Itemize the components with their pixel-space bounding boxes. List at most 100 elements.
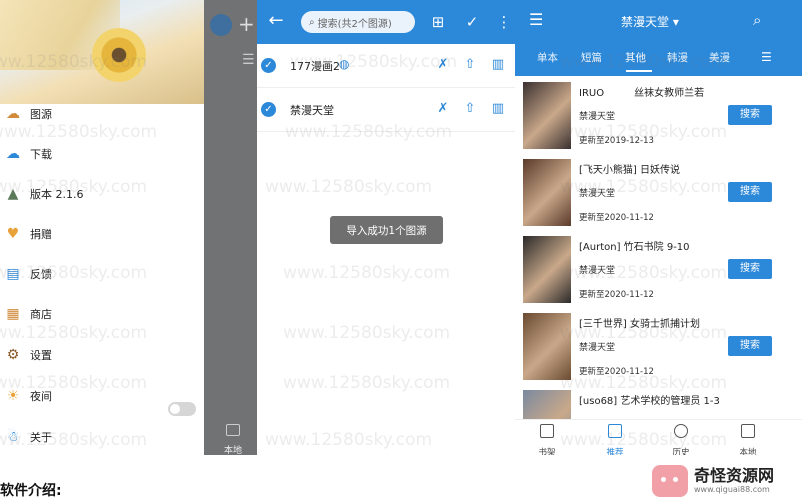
- drawer-item-1[interactable]: ☁ 下载: [4, 142, 52, 166]
- source-row[interactable]: ✓ 177漫画2 ◍ ✗ ⇧ ▥: [257, 44, 515, 88]
- comic-source: 禁漫天堂: [579, 112, 616, 122]
- bottom-nav-1[interactable]: 推荐: [595, 424, 635, 455]
- upload-icon[interactable]: ⇧: [461, 100, 479, 118]
- gear-icon: ⚙: [6, 347, 20, 363]
- page-caption: 软件介绍:: [0, 483, 62, 499]
- comic-card[interactable]: [飞天小熊猫] 日妖传说 禁漫天堂更新至2020-11-12 搜索: [515, 155, 802, 232]
- comic-card[interactable]: IRUO 丝袜女教师兰若 禁漫天堂更新至2019-12-13 搜索: [515, 78, 802, 155]
- search-icon: ⌕: [309, 16, 315, 28]
- bottom-nav-label: 推荐: [606, 448, 624, 455]
- settings-tools-icon[interactable]: ✗: [434, 100, 452, 118]
- source-title-dropdown[interactable]: 禁漫天堂 ▾: [621, 13, 679, 30]
- cloud-download-icon: ☁: [6, 146, 20, 162]
- menu-icon: ☰: [242, 52, 255, 68]
- comic-updated: 更新至2019-12-13: [579, 136, 654, 146]
- search-placeholder: 搜索(共2个图源): [317, 18, 392, 30]
- bottom-nav-label: 书架: [538, 448, 556, 455]
- heart-icon: ♥: [6, 226, 20, 242]
- hamburger-icon[interactable]: ☰: [529, 12, 547, 28]
- bookshelf-icon: [540, 424, 554, 438]
- comic-cover[interactable]: [523, 159, 571, 226]
- more-vert-icon[interactable]: ⋮: [493, 11, 515, 33]
- comic-title: [uso68] 艺术学校的管理员 1-3: [579, 396, 720, 407]
- local-icon: [226, 424, 240, 436]
- drawer-header-image: [0, 0, 204, 104]
- bottom-nav-label: 本地: [739, 448, 757, 455]
- settings-tools-icon[interactable]: ✗: [434, 56, 452, 74]
- source-name: 177漫画2: [290, 60, 340, 73]
- tab-1[interactable]: 短篇: [581, 50, 602, 65]
- upload-icon[interactable]: ⇧: [461, 56, 479, 74]
- grid-icon[interactable]: ⊞: [427, 11, 449, 33]
- site-logo: 奇怪资源网 www.qiguai88.com: [652, 460, 802, 501]
- bottom-nav: 书架 推荐 历史 本地: [515, 419, 802, 455]
- check-icon[interactable]: ✓: [261, 102, 276, 117]
- comic-source: 禁漫天堂: [579, 343, 616, 353]
- drawer-item-6[interactable]: ⚙ 设置: [4, 343, 52, 367]
- drawer-item-label: 捐赠: [30, 228, 52, 241]
- source-name: 禁漫天堂: [290, 104, 334, 117]
- comic-updated: 更新至2020-11-12: [579, 367, 654, 377]
- drawer-item-3[interactable]: ♥ 捐赠: [4, 222, 52, 246]
- comic-card[interactable]: [Aurton] 竹石书院 9-10 禁漫天堂更新至2020-11-12 搜索: [515, 232, 802, 309]
- night-mode-toggle[interactable]: [168, 402, 196, 416]
- search-button[interactable]: 搜索: [728, 105, 772, 125]
- trash-icon[interactable]: ▥: [489, 56, 507, 74]
- local-icon: [741, 424, 755, 438]
- tab-3[interactable]: 韩漫: [667, 50, 688, 65]
- drawer-item-label: 设置: [30, 349, 52, 362]
- drawer-item-0[interactable]: ☁ 图源: [4, 102, 52, 126]
- comic-title: [飞天小熊猫] 日妖传说: [579, 165, 680, 176]
- plus-icon: +: [238, 12, 255, 36]
- tab-menu-icon[interactable]: ☰: [761, 50, 772, 64]
- search-button[interactable]: 搜索: [728, 182, 772, 202]
- comic-updated: 更新至2020-11-12: [579, 213, 654, 223]
- drawer-item-label: 商店: [30, 308, 52, 321]
- sun-icon: ☀: [6, 388, 20, 404]
- check-circle-icon[interactable]: ✓: [461, 11, 483, 33]
- drawer-item-label: 反馈: [30, 268, 52, 281]
- overlay-local-tab[interactable]: 本地: [218, 424, 248, 455]
- logo-mark-icon: [652, 464, 688, 497]
- rocket-icon: ▲: [7, 186, 19, 202]
- comic-title: IRUO 丝袜女教师兰若: [579, 88, 705, 99]
- globe-icon: ◍: [339, 57, 350, 71]
- comic-source: 禁漫天堂: [579, 189, 616, 199]
- search-icon[interactable]: ⌕: [753, 11, 761, 29]
- comic-updated: 更新至2020-11-12: [579, 290, 654, 300]
- trash-icon[interactable]: ▥: [489, 100, 507, 118]
- drawer-item-7[interactable]: ☀ 夜间: [4, 384, 52, 408]
- search-input[interactable]: ⌕ 搜索(共2个图源): [301, 11, 415, 33]
- comic-cover[interactable]: [523, 236, 571, 303]
- tab-0[interactable]: 单本: [537, 50, 558, 65]
- source-manager-panel: ← ⌕ 搜索(共2个图源) ⊞ ✓ ⋮ ✓ 177漫画2 ◍ ✗ ⇧ ▥ ✓ 禁漫天堂 ✗ ⇧ ▥ …: [257, 0, 515, 455]
- tab-2[interactable]: 其他: [625, 50, 646, 65]
- back-arrow-icon[interactable]: ←: [265, 10, 287, 32]
- check-icon[interactable]: ✓: [261, 58, 276, 73]
- search-button[interactable]: 搜索: [728, 259, 772, 279]
- drawer-item-5[interactable]: ▦ 商店: [4, 302, 52, 326]
- history-icon: [674, 424, 688, 438]
- drawer-item-label: 下载: [30, 148, 52, 161]
- overlay-local-label: 本地: [223, 446, 242, 455]
- drawer-item-4[interactable]: ▤ 反馈: [4, 262, 52, 286]
- comic-cover[interactable]: [523, 82, 571, 149]
- bottom-nav-0[interactable]: 书架: [527, 424, 567, 455]
- drawer-item-2[interactable]: ▲ 版本 2.1.6: [4, 182, 84, 206]
- comic-card[interactable]: [三千世界] 女骑士抓捕计划 禁漫天堂 更新至2020-11-12 搜索: [515, 309, 802, 386]
- dimmed-overlay[interactable]: + ☰ 本地: [204, 0, 257, 455]
- comic-title: [Aurton] 竹石书院 9-10: [579, 242, 690, 253]
- drawer-item-label: 图源: [30, 108, 52, 121]
- drawer-item-8[interactable]: ☃ 关于: [4, 425, 52, 449]
- drawer-panel: + ☰ 本地 ☁ 图源 ☁ 下载 ▲ 版本 2.1.6 ♥ 捐赠 ▤ 反馈 ▦ 商店 ⚙ 设置 ☀ 夜间 ☃ 关于: [0, 0, 257, 455]
- tab-4[interactable]: 美漫: [709, 50, 730, 65]
- comic-cover[interactable]: [523, 313, 571, 380]
- source-title: 禁漫天堂: [621, 15, 670, 29]
- bottom-nav-3[interactable]: 本地: [728, 424, 768, 455]
- source-row[interactable]: ✓ 禁漫天堂 ✗ ⇧ ▥: [257, 88, 515, 132]
- search-button[interactable]: 搜索: [728, 336, 772, 356]
- bottom-nav-2[interactable]: 历史: [661, 424, 701, 455]
- tab-indicator: [626, 70, 652, 72]
- logo-name: 奇怪资源网: [694, 466, 775, 485]
- comic-source: 禁漫天堂: [579, 266, 616, 276]
